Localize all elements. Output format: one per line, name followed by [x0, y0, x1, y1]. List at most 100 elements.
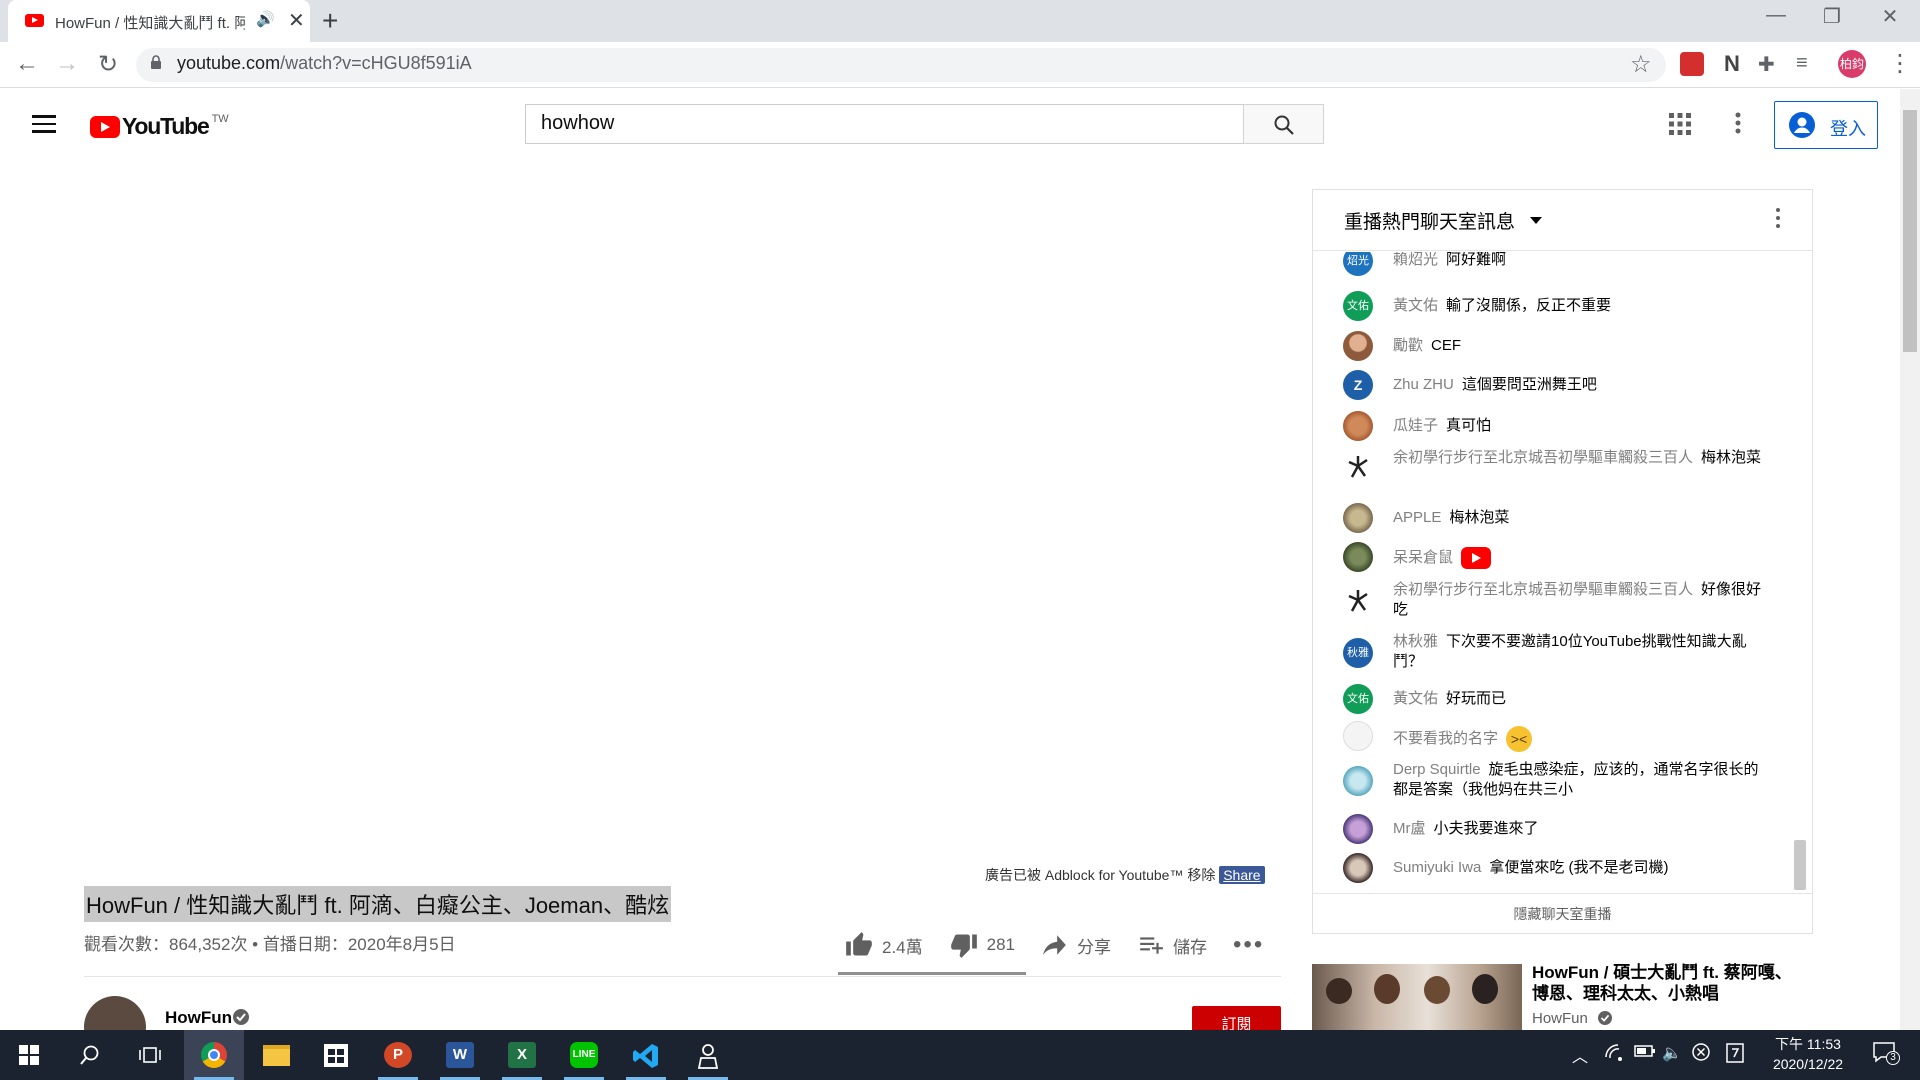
- youtube-logo[interactable]: YouTube TW: [90, 113, 229, 140]
- share-button[interactable]: 分享: [1041, 932, 1111, 958]
- chat-mode-dropdown[interactable]: 重播熱門聊天室訊息: [1344, 207, 1515, 234]
- author-name: 賴炤光: [1393, 252, 1439, 268]
- author-avatar: 炤光: [1343, 252, 1373, 276]
- line-app-icon: LINE: [570, 1042, 598, 1068]
- author-avatar: Z: [1343, 370, 1373, 400]
- chrome-icon: [201, 1042, 227, 1068]
- new-tab-button[interactable]: +: [322, 5, 338, 37]
- volume-icon[interactable]: 🔈: [1662, 1043, 1682, 1063]
- taskbar-word[interactable]: W: [430, 1030, 490, 1080]
- back-button[interactable]: ←: [12, 50, 42, 78]
- divider: [84, 976, 1281, 977]
- puzzle-extensions-icon[interactable]: ✚: [1758, 52, 1782, 76]
- taskbar-vscode[interactable]: [616, 1030, 676, 1080]
- taskbar-file-explorer[interactable]: [246, 1030, 306, 1080]
- dislike-button[interactable]: 281: [949, 931, 1015, 959]
- youtube-play-icon: [90, 115, 120, 138]
- adblock-extension-icon[interactable]: [1680, 52, 1704, 76]
- lock-icon: [151, 55, 161, 69]
- wifi-icon[interactable]: [1604, 1043, 1624, 1066]
- search-input[interactable]: howhow: [541, 112, 614, 135]
- more-actions-icon[interactable]: •••: [1233, 931, 1264, 959]
- author-avatar: 文佑: [1343, 684, 1373, 714]
- browser-tab[interactable]: HowFun / 性知識大亂鬥 ft. 阿 🔊 ✕: [8, 0, 310, 42]
- author-name: 林秋雅: [1393, 633, 1439, 650]
- author-name: 呆呆倉鼠: [1393, 548, 1454, 566]
- chat-scrollbar-thumb[interactable]: [1794, 840, 1806, 890]
- recommended-channel-name[interactable]: HowFun: [1532, 1010, 1588, 1027]
- taskbar-chrome[interactable]: [184, 1030, 244, 1080]
- author-name: Sumiyuki Iwa: [1393, 859, 1482, 876]
- author-avatar: 秋雅: [1343, 638, 1373, 668]
- taskbar-excel[interactable]: X: [492, 1030, 552, 1080]
- youtube-favicon-icon: [25, 14, 44, 27]
- author-avatar: 文佑: [1343, 291, 1373, 321]
- recommended-video-thumbnail[interactable]: [1312, 964, 1522, 1032]
- bookmark-star-icon[interactable]: ☆: [1630, 50, 1652, 79]
- video-player[interactable]: [84, 159, 1281, 859]
- like-button[interactable]: 2.4萬: [844, 931, 923, 959]
- page-scrollbar-thumb[interactable]: [1903, 110, 1917, 352]
- message-text: [1461, 547, 1492, 569]
- hide-chat-replay-button[interactable]: 隱藏聊天室重播: [1313, 893, 1812, 933]
- author-name: APPLE: [1393, 509, 1442, 526]
- show-hidden-icons[interactable]: ︿: [1572, 1043, 1588, 1067]
- author-name: 余初學行步行至北京城吾初學驅車觸殺三百人: [1393, 449, 1694, 466]
- share-label: 分享: [1077, 937, 1112, 957]
- network-error-icon[interactable]: [1692, 1043, 1710, 1066]
- verified-check-icon: [233, 1009, 249, 1025]
- media-control-icon[interactable]: ≡: [1796, 52, 1820, 76]
- input-method-icon[interactable]: [1726, 1043, 1744, 1068]
- apps-grid-icon[interactable]: [1668, 112, 1692, 136]
- sign-in-button[interactable]: 登入: [1774, 101, 1878, 149]
- taskbar-clock[interactable]: 下午 11:53 2020/12/22: [1760, 1034, 1856, 1074]
- account-circle-icon: [1789, 112, 1815, 138]
- taskbar-app[interactable]: [678, 1030, 738, 1080]
- taskbar-store[interactable]: [306, 1030, 366, 1080]
- windows-logo-icon: [19, 1045, 39, 1065]
- speaker-icon[interactable]: 🔊: [256, 10, 275, 28]
- like-count: 2.4萬: [882, 937, 923, 957]
- search-button[interactable]: [1243, 104, 1324, 144]
- taskbar-search-button[interactable]: [60, 1030, 120, 1080]
- message-text: 這個要問亞洲舞王吧: [1461, 376, 1597, 393]
- save-label: 儲存: [1173, 937, 1208, 957]
- battery-icon[interactable]: [1634, 1043, 1656, 1064]
- n-extension-icon[interactable]: N: [1720, 52, 1744, 76]
- verified-check-icon: [1598, 1011, 1612, 1025]
- reload-button[interactable]: ↻: [93, 50, 123, 79]
- windows-start-button[interactable]: [0, 1030, 60, 1080]
- region-code: TW: [211, 112, 229, 125]
- author-name: Zhu ZHU: [1393, 376, 1454, 393]
- search-box[interactable]: [525, 104, 1244, 144]
- action-center-button[interactable]: 3: [1872, 1040, 1900, 1069]
- chat-message-list[interactable]: 炤光 賴炤光 阿好難啊 文佑 黃文佑 輸了沒關係，反正不重要 勵歡 CEF Z Zhu…: [1313, 252, 1793, 892]
- profile-avatar[interactable]: 柏鈞: [1838, 50, 1866, 78]
- restore-button[interactable]: ❐: [1812, 4, 1852, 29]
- clock-date: 2020/12/22: [1772, 1056, 1844, 1072]
- minimize-button[interactable]: —: [1756, 4, 1796, 27]
- url-text[interactable]: youtube.com/watch?v=cHGU8f591iA: [177, 53, 472, 74]
- taskbar-powerpoint[interactable]: P: [368, 1030, 428, 1080]
- author-avatar: [1343, 853, 1373, 883]
- settings-more-icon[interactable]: [1728, 108, 1748, 138]
- task-view-button[interactable]: [120, 1030, 180, 1080]
- message-text: 拿便當來吃 (我不是老司機): [1489, 859, 1669, 876]
- save-button[interactable]: 儲存: [1137, 932, 1207, 958]
- guide-menu-icon[interactable]: [32, 115, 56, 133]
- author-name: 不要看我的名字: [1393, 729, 1499, 747]
- recommended-video-title[interactable]: HowFun / 碩士大亂鬥 ft. 蔡阿嘎、博恩、理科太太、小熱唱: [1532, 962, 1792, 1004]
- channel-name[interactable]: HowFun: [165, 1008, 232, 1028]
- forward-button[interactable]: →: [52, 50, 82, 78]
- close-tab-icon[interactable]: ✕: [288, 8, 305, 33]
- adblock-share-button[interactable]: Share: [1219, 866, 1265, 884]
- author-avatar: [1343, 452, 1373, 482]
- taskbar-line[interactable]: LINE: [554, 1030, 614, 1080]
- vscode-icon: [633, 1044, 658, 1068]
- chrome-menu-icon[interactable]: ⋮: [1888, 49, 1912, 78]
- chat-more-icon[interactable]: [1776, 208, 1780, 232]
- message-text: 阿好難啊: [1446, 252, 1507, 268]
- dropdown-caret-icon[interactable]: [1530, 217, 1542, 224]
- close-window-button[interactable]: ✕: [1870, 4, 1910, 29]
- person-app-icon: [697, 1044, 719, 1069]
